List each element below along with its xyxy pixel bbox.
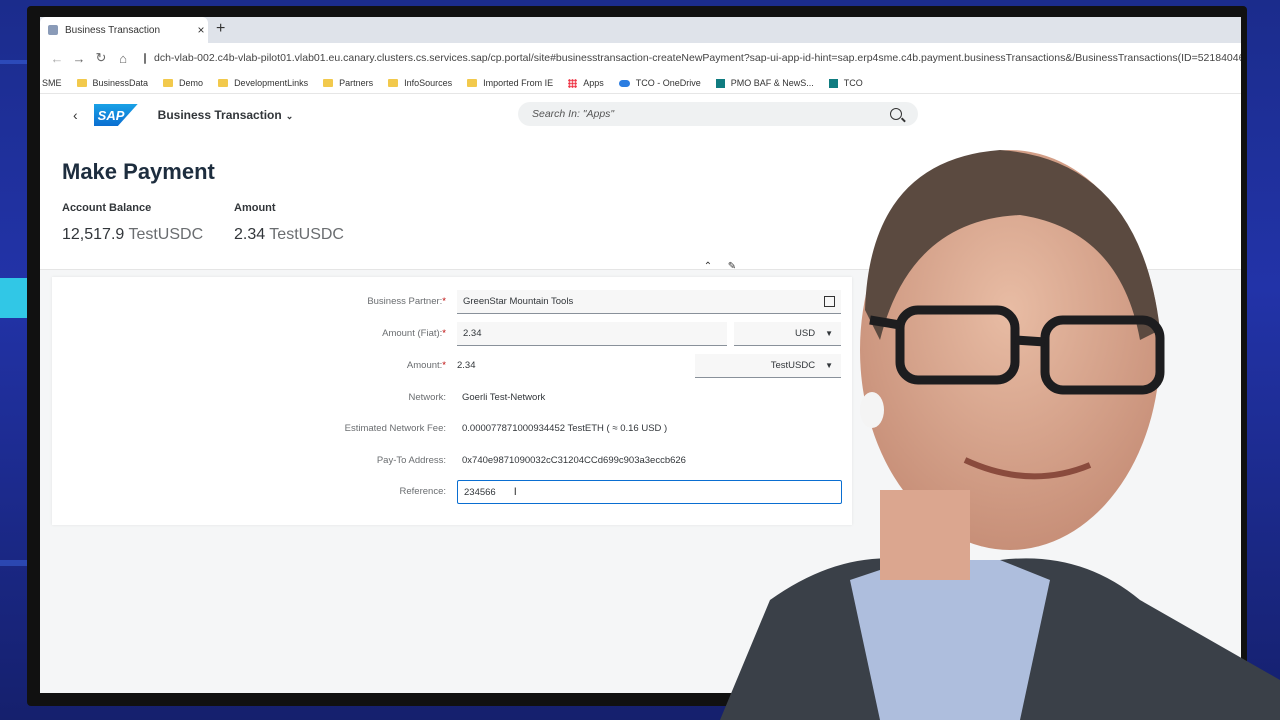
- amount-fiat-input[interactable]: 2.34: [457, 322, 727, 346]
- fee-label: Estimated Network Fee:: [344, 423, 446, 434]
- page-title: Make Payment: [62, 159, 215, 184]
- kpi-label-amount: Amount: [234, 202, 276, 214]
- bookmark-demo[interactable]: Demo: [163, 78, 203, 88]
- fiat-currency-select[interactable]: USD ▼: [734, 322, 841, 346]
- search-input[interactable]: Search In: "Apps": [518, 102, 918, 126]
- pay-to-value: 0x740e9871090032cC31204CCd699c903a3eccb6…: [462, 455, 686, 466]
- tco-icon: [828, 78, 838, 88]
- folder-icon: [467, 79, 478, 87]
- browser-window: Business Transaction × + ← → ↻ ⌂ dch-vla…: [40, 17, 1241, 693]
- amount-label: Amount:*: [406, 360, 446, 371]
- tab-title: Business Transaction: [65, 24, 161, 36]
- amount-value: 2.34: [457, 360, 476, 371]
- network-value: Goerli Test-Network: [462, 392, 546, 403]
- lock-icon: [144, 52, 146, 64]
- page-favicon-icon: [48, 25, 58, 35]
- business-partner-label: Business Partner:*: [367, 296, 446, 307]
- apps-grid-icon: [568, 78, 578, 88]
- bookmark-imported[interactable]: Imported From IE: [467, 78, 553, 88]
- kpi-value-amount: 2.34 TestUSDC: [234, 226, 344, 243]
- reload-icon[interactable]: ↻: [90, 50, 112, 66]
- amount-fiat-label: Amount (Fiat):*: [382, 328, 446, 339]
- sap-logo[interactable]: SAP: [93, 104, 138, 126]
- address-bar[interactable]: dch-vlab-002.c4b-vlab-pilot01.vlab01.eu.…: [144, 52, 1241, 64]
- pin-header-icon[interactable]: ✎: [724, 261, 740, 277]
- home-icon[interactable]: ⌂: [112, 51, 134, 66]
- app-title-menu[interactable]: Business Transaction ⌄: [158, 108, 294, 122]
- kpi-value-account-balance: 12,517.9 TestUSDC: [62, 226, 204, 243]
- value-help-icon[interactable]: [824, 296, 835, 307]
- arrow-left-icon[interactable]: ←: [46, 51, 68, 66]
- bookmark-infosources[interactable]: InfoSources: [388, 78, 452, 88]
- text-cursor-icon: I: [513, 486, 517, 498]
- header-divider: [40, 269, 1241, 270]
- bookmark-businessdata[interactable]: BusinessData: [76, 78, 148, 88]
- background-stripe: [0, 60, 30, 64]
- pay-to-label: Pay-To Address:: [376, 455, 446, 466]
- folder-icon: [218, 79, 229, 87]
- pmo-icon: [715, 78, 725, 88]
- bookmark-developmentlinks[interactable]: DevelopmentLinks: [218, 78, 308, 88]
- url-text: dch-vlab-002.c4b-vlab-pilot01.vlab01.eu.…: [154, 52, 1241, 64]
- tab-strip: Business Transaction × +: [40, 17, 1241, 43]
- kpi-label-account-balance: Account Balance: [62, 202, 152, 214]
- reference-input[interactable]: 234566 I: [457, 480, 842, 504]
- new-tab-button[interactable]: +: [216, 20, 225, 38]
- back-button[interactable]: ‹: [73, 107, 78, 123]
- bookmark-tco[interactable]: TCO: [828, 78, 863, 88]
- bookmark-sme[interactable]: SME: [42, 78, 62, 88]
- arrow-right-icon[interactable]: →: [68, 51, 90, 66]
- background-stripe: [0, 560, 30, 566]
- sap-shell-bar: ‹ SAP Business Transaction ⌄ Search In: "…: [40, 95, 1241, 135]
- bookmark-apps[interactable]: Apps: [568, 78, 604, 88]
- chevron-down-icon: ⌄: [285, 111, 294, 121]
- fee-value: 0.000077871000934452 TestETH ( ≈ 0.16 US…: [462, 423, 668, 434]
- close-icon[interactable]: ×: [194, 23, 208, 37]
- bookmarks-bar: SME BusinessData Demo DevelopmentLinks P…: [40, 73, 1241, 94]
- bookmark-pmo[interactable]: PMO BAF & NewS...: [715, 78, 814, 88]
- search-icon[interactable]: [890, 108, 902, 120]
- browser-tab[interactable]: Business Transaction ×: [40, 17, 208, 43]
- chevron-down-icon: ▼: [825, 329, 833, 338]
- chevron-down-icon: ▼: [825, 361, 833, 370]
- business-partner-field[interactable]: GreenStar Mountain Tools: [457, 290, 841, 314]
- network-label: Network:: [408, 392, 446, 403]
- bookmark-partners[interactable]: Partners: [323, 78, 373, 88]
- folder-icon: [388, 79, 399, 87]
- cloud-icon: [618, 79, 630, 87]
- folder-icon: [163, 79, 174, 87]
- reference-label: Reference:: [399, 486, 446, 497]
- bookmark-onedrive[interactable]: TCO - OneDrive: [618, 78, 701, 88]
- folder-icon: [323, 79, 334, 87]
- search-placeholder: Search In: "Apps": [532, 108, 615, 120]
- folder-icon: [76, 79, 87, 87]
- crypto-currency-select[interactable]: TestUSDC ▼: [695, 354, 841, 378]
- collapse-header-icon[interactable]: ⌃: [700, 261, 716, 277]
- address-row: ← → ↻ ⌂ dch-vlab-002.c4b-vlab-pilot01.vl…: [40, 43, 1241, 73]
